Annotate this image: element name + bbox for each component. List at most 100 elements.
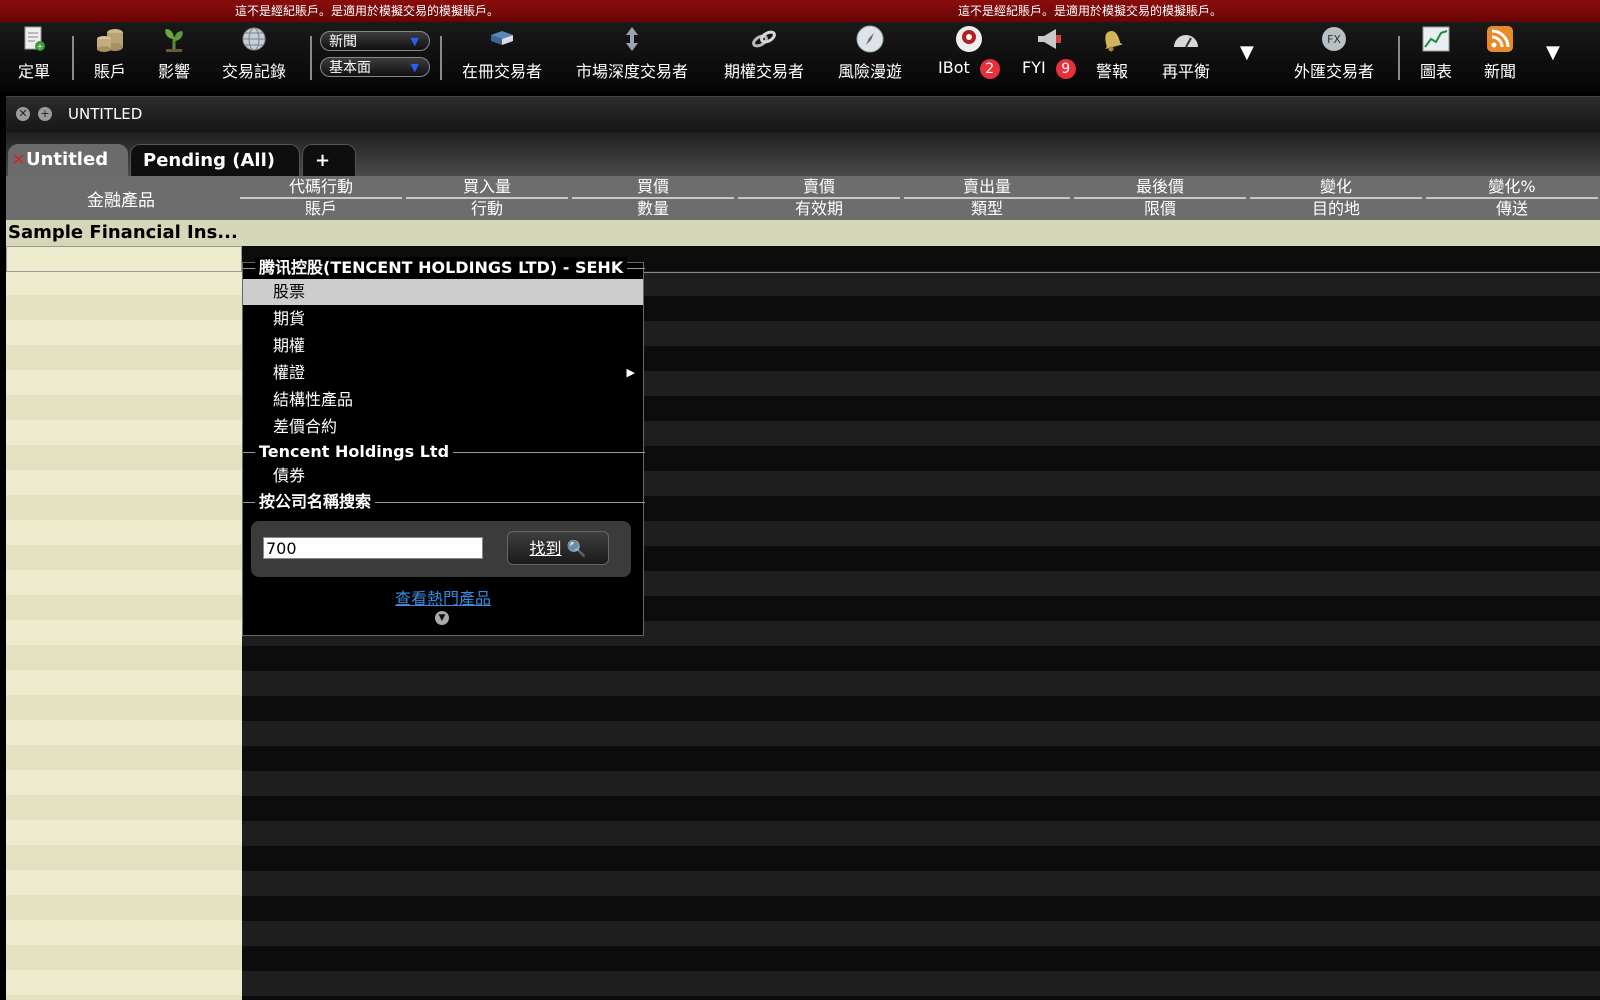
view-popular-products-link[interactable]: 查看熱門產品 [243,585,643,609]
megaphone-icon [1034,24,1064,54]
find-button[interactable]: 找到 🔍 [507,531,609,565]
banner-text-left: 這不是經紀賬戶。是適用於模擬交易的模擬賬戶。 [235,4,500,18]
booktrader-button[interactable]: 在冊交易者 [462,24,542,88]
column-label-bottom: 賬戶 [304,199,337,218]
column-group[interactable]: 代碼行動 賬戶 [238,176,404,220]
up-down-arrow-icon [617,24,647,54]
charts-button[interactable]: 圖表 [1420,24,1452,88]
column-label-bottom: 類型 [970,199,1003,218]
column-label-bottom: 傳送 [1495,199,1528,218]
alerts-button[interactable]: 警報 [1096,24,1128,88]
compass-icon [855,24,885,54]
column-label-bottom: 行動 [470,199,503,218]
news-label: 新聞 [1484,62,1517,81]
expand-window-button[interactable]: + [38,107,52,121]
column-label-bottom: 數量 [636,199,669,218]
tab-pending[interactable]: Pending (All) [130,144,300,176]
menu-item-label: 差價合約 [273,417,338,436]
expand-more-icon[interactable]: ▼ [435,611,449,625]
close-window-button[interactable]: ✕ [16,107,30,121]
toolbar-separator [440,36,442,80]
booktrader-label: 在冊交易者 [462,62,543,81]
fx-trader-button[interactable]: FX 外匯交易者 [1294,24,1374,88]
rebalance-button[interactable]: 再平衡 [1162,24,1210,88]
menu-item-bonds[interactable]: 債券 [243,463,643,489]
coins-icon [95,24,125,54]
menu-item-label: 結構性產品 [273,390,354,409]
rss-icon [1485,24,1515,54]
column-group[interactable]: 買入量 行動 [404,176,570,220]
order-label: 定單 [18,62,51,81]
table-row[interactable]: Sample Financial Ins... [6,220,1600,246]
chevron-down-icon: ▼ [410,61,419,74]
menu-item-structured-products[interactable]: 結構性產品 [243,387,643,413]
order-form-icon: + [19,24,49,54]
sprout-icon [159,24,189,54]
toolbar-more-button[interactable]: ▼ [1546,42,1560,63]
close-tab-icon[interactable]: ✕ [12,144,25,176]
window-title: UNTITLED [68,105,143,123]
column-group[interactable]: 賣出量 類型 [902,176,1072,220]
ibot-button[interactable]: IBot 2 [938,24,1000,88]
fundamentals-dropdown[interactable]: 基本面 ▼ [320,57,430,77]
column-label-top: 最後價 [1135,177,1184,196]
column-label-bottom: 有效期 [794,199,843,218]
menu-item-warrants[interactable]: 權證 ▶ [243,360,643,386]
ibot-count-badge: 2 [979,59,1000,79]
fyi-count-badge: 9 [1055,59,1076,79]
column-group[interactable]: 變化% 傳送 [1424,176,1600,220]
account-button[interactable]: 賬戶 [94,24,126,88]
column-label-top: 賣價 [802,177,835,196]
column-header: 金融產品 代碼行動 賬戶 買入量 行動 買價 數量 賣價 有效期 賣出量 類型 … [6,176,1600,220]
svg-text:+: + [37,42,44,51]
company-search-input[interactable] [263,537,483,559]
fx-icon: FX [1319,24,1349,54]
tab-untitled[interactable]: ✕ Untitled [8,144,128,176]
menu-item-label: 權證 [273,363,306,382]
submenu-arrow-icon: ▶ [626,366,635,379]
company-search-box: 找到 🔍 [251,521,631,577]
column-financial-instrument[interactable]: 金融產品 [6,186,236,211]
fundamentals-dropdown-value: 基本面 [329,60,371,76]
ibot-text: IBot [938,58,970,77]
menu-item-cfd[interactable]: 差價合約 [243,414,643,440]
column-label-bottom: 限價 [1143,199,1176,218]
column-group[interactable]: 賣價 有效期 [736,176,902,220]
toolbar-separator [1398,36,1400,80]
toolbar-more-button[interactable]: ▼ [1240,42,1254,63]
fyi-text: FYI [1022,58,1046,77]
menu-item-options[interactable]: 期權 [243,333,643,359]
section-title: 按公司名稱搜索 [255,491,376,513]
trades-button[interactable]: 交易記錄 [222,24,286,88]
search-icon: 🔍 [566,539,587,558]
fyi-button[interactable]: FYI 9 [1022,24,1076,88]
menu-item-futures[interactable]: 期貨 [243,306,643,332]
column-group[interactable]: 最後價 限價 [1072,176,1248,220]
news-button[interactable]: 新聞 [1484,24,1516,88]
depth-trader-button[interactable]: 市場深度交易者 [576,24,688,88]
main-toolbar: + 定單 賬戶 影響 交易記錄 新聞 ▼ 基本面 ▼ 在冊交易者 市場深度交易者… [0,22,1600,92]
instrument-name: Sample Financial Ins... [8,222,238,243]
chain-link-icon [749,24,779,54]
contract-selection-popup: 腾讯控股(TENCENT HOLDINGS LTD) - SEHK 股票 期貨 … [242,257,645,636]
menu-item-label: 債券 [273,466,306,485]
symbol-entry-cell[interactable] [6,246,242,272]
svg-text:FX: FX [1327,33,1341,46]
account-label: 賬戶 [94,62,127,81]
column-label-top: 買價 [636,177,669,196]
book-icon [487,24,517,54]
section-header: Tencent Holdings Ltd [243,441,645,463]
tab-strip: ✕ Untitled Pending (All) + [6,132,1600,176]
column-group[interactable]: 變化 目的地 [1248,176,1424,220]
menu-item-stock[interactable]: 股票 [243,279,643,305]
ibot-icon [954,24,984,54]
impact-button[interactable]: 影響 [158,24,190,88]
column-group[interactable]: 買價 數量 [570,176,736,220]
options-trader-button[interactable]: 期權交易者 [724,24,804,88]
risk-navigator-button[interactable]: 風險漫遊 [838,24,902,88]
simulated-account-banner: 這不是經紀賬戶。是適用於模擬交易的模擬賬戶。 這不是經紀賬戶。是適用於模擬交易的… [0,0,1600,22]
news-dropdown[interactable]: 新聞 ▼ [320,31,430,51]
add-tab-button[interactable]: + [302,144,356,176]
order-button[interactable]: + 定單 [18,24,50,88]
instrument-column-pane [6,220,242,1000]
